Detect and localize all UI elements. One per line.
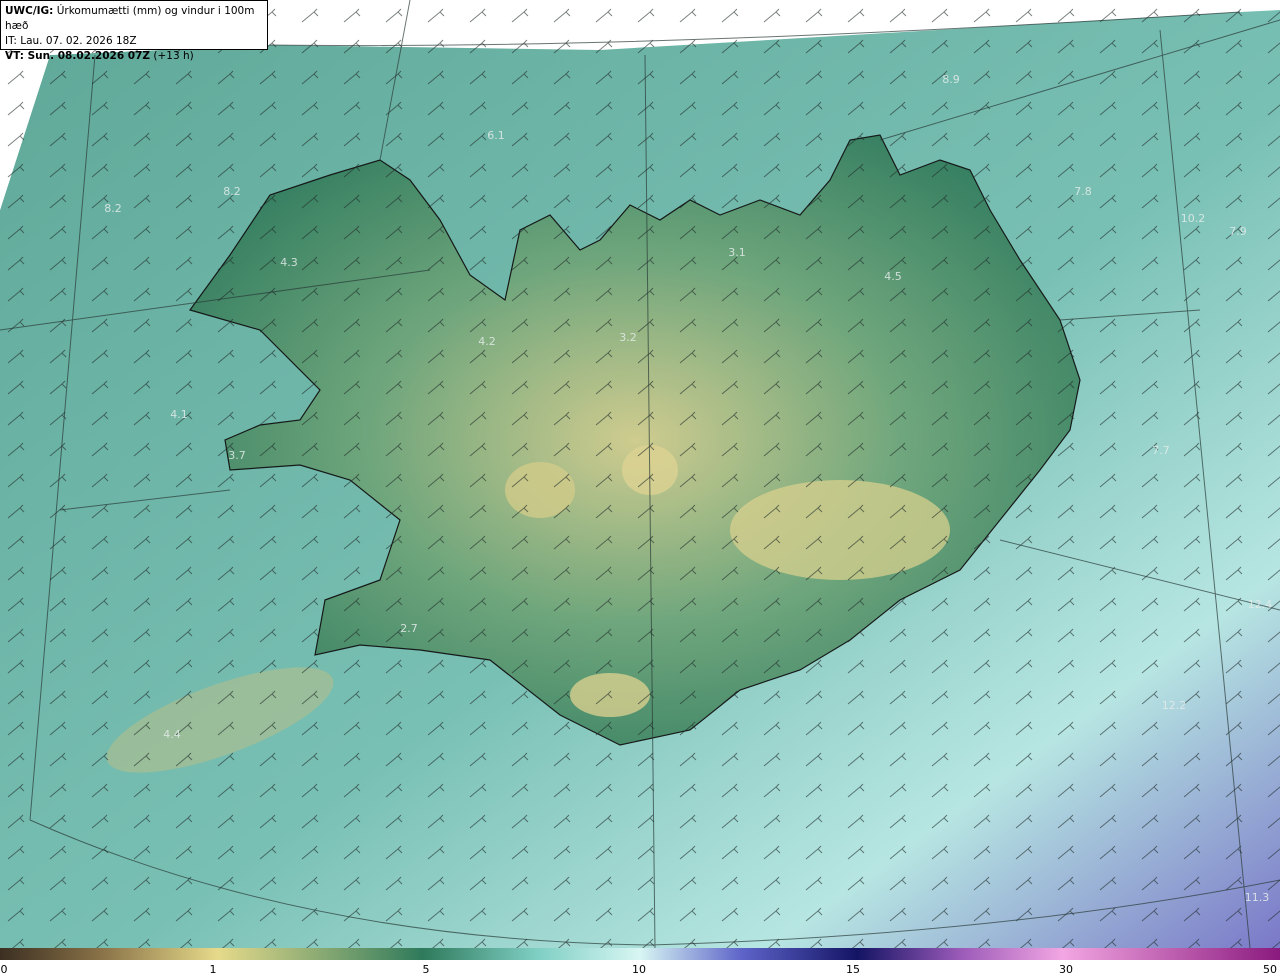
map-header: UWC/IG: Úrkomumætti (mm) og vindur i 100… [0, 0, 268, 62]
map-value-label: 6.1 [487, 129, 505, 142]
wind-barbs [0, 0, 1280, 948]
map-value-label: 8.2 [223, 185, 241, 198]
colorbar-tick-label: 15 [846, 963, 860, 976]
map-value-label: 10.2 [1181, 212, 1206, 225]
colorbar-tick-label: 10 [632, 963, 646, 976]
map-value-label: 12.2 [1162, 699, 1187, 712]
map-value-label: 3.1 [728, 246, 746, 259]
colorbar-labels: 0 1 5 10 15 30 50 [0, 961, 1280, 978]
colorbar-tick-label: 50 [1263, 963, 1277, 976]
colorbar-tick-label: 5 [422, 963, 430, 976]
map-value-label: 7.9 [1229, 225, 1247, 238]
map-value-label: 4.3 [280, 256, 298, 269]
colorbar-tick-label: 1 [209, 963, 217, 976]
map-value-label: 11.3 [1245, 891, 1270, 904]
precipitation-map: 6.1 8.2 4.3 8.2 4.2 3.2 3.1 4.5 7.8 10.2 7.9 4.1 3.7… [0, 0, 1280, 948]
map-value-label: 8.2 [104, 202, 122, 215]
map-value-label: 8.9 [942, 73, 960, 86]
map-value-label: 4.2 [478, 335, 496, 348]
forecast-offset: (+13 h) [153, 50, 194, 62]
map-value-label: 2.7 [400, 622, 418, 635]
map-value-label: 4.4 [163, 728, 181, 741]
colorbar-tick-label: 0 [0, 963, 8, 976]
map-value-label: 7.7 [1152, 444, 1170, 457]
map-value-label: 3.7 [228, 449, 246, 462]
map-value-label: 4.5 [884, 270, 902, 283]
map-value-label: 7.8 [1074, 185, 1092, 198]
model-label: UWC/IG: [5, 5, 54, 17]
init-time: IT: Lau. 07. 02. 2026 18Z [5, 35, 137, 47]
colorbar [0, 948, 1280, 960]
map-value-label: 12.4 [1248, 598, 1273, 611]
map-value-label: 3.2 [619, 331, 637, 344]
valid-time: VT: Sun. 08.02.2026 07Z [5, 50, 151, 62]
map-value-label: 4.1 [170, 408, 188, 421]
colorbar-tick-label: 30 [1059, 963, 1073, 976]
